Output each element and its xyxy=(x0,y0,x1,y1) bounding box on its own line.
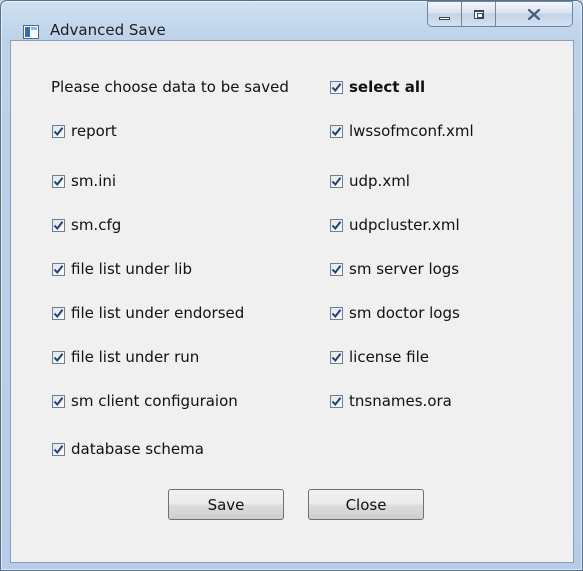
checkbox-label: sm client configuraion xyxy=(71,392,238,410)
checkmark-icon xyxy=(331,396,342,406)
checkbox-box[interactable] xyxy=(52,442,65,456)
minimize-icon xyxy=(439,16,450,20)
select-all-label: select all xyxy=(349,78,426,96)
maximize-button[interactable] xyxy=(461,1,495,27)
checkmark-icon xyxy=(331,176,342,186)
checkbox-sm-doctor-logs[interactable]: sm doctor logs xyxy=(330,304,460,322)
close-button[interactable]: Close xyxy=(308,489,424,520)
title-bar[interactable]: Advanced Save xyxy=(1,1,582,41)
checkbox-file-list-lib[interactable]: file list under lib xyxy=(52,260,192,278)
checkbox-label: license file xyxy=(349,348,429,366)
checkbox-box[interactable] xyxy=(52,124,65,138)
caption-buttons xyxy=(427,1,573,28)
checkbox-box[interactable] xyxy=(330,174,343,188)
checkbox-box[interactable] xyxy=(52,350,65,364)
checkbox-label: file list under run xyxy=(71,348,200,366)
advanced-save-dialog: Advanced Save Please choose data to be s… xyxy=(0,0,583,571)
checkbox-udp-xml[interactable]: udp.xml xyxy=(330,172,410,190)
checkbox-box[interactable] xyxy=(330,80,343,94)
checkmark-icon xyxy=(53,220,64,230)
checkbox-file-list-run[interactable]: file list under run xyxy=(52,348,199,366)
minimize-button[interactable] xyxy=(427,1,461,27)
app-window-icon xyxy=(23,25,39,39)
checkbox-label: sm server logs xyxy=(349,260,460,278)
checkbox-label: file list under lib xyxy=(71,260,192,278)
checkbox-label: lwssofmconf.xml xyxy=(349,122,474,140)
checkbox-label: database schema xyxy=(71,440,204,458)
checkmark-icon xyxy=(53,126,64,136)
checkmark-icon xyxy=(53,352,64,362)
checkbox-box[interactable] xyxy=(330,394,343,408)
checkbox-box[interactable] xyxy=(330,262,343,276)
checkbox-lwssofmconf[interactable]: lwssofmconf.xml xyxy=(330,122,474,140)
checkbox-box[interactable] xyxy=(52,262,65,276)
checkbox-box[interactable] xyxy=(52,394,65,408)
checkbox-license-file[interactable]: license file xyxy=(330,348,429,366)
checkmark-icon xyxy=(53,264,64,274)
checkmark-icon xyxy=(331,82,342,92)
checkbox-label: sm.ini xyxy=(71,172,117,190)
dialog-client-area: Please choose data to be saved select al… xyxy=(10,40,574,563)
select-all-checkbox[interactable]: select all xyxy=(330,78,425,96)
checkbox-box[interactable] xyxy=(330,218,343,232)
checkmark-icon xyxy=(331,264,342,274)
checkbox-sm-ini[interactable]: sm.ini xyxy=(52,172,116,190)
checkbox-sm-cfg[interactable]: sm.cfg xyxy=(52,216,121,234)
close-icon xyxy=(528,8,540,20)
checkbox-label: tnsnames.ora xyxy=(349,392,452,410)
checkmark-icon xyxy=(331,126,342,136)
checkbox-label: udp.xml xyxy=(349,172,410,190)
checkmark-icon xyxy=(331,352,342,362)
checkbox-file-list-endorsed[interactable]: file list under endorsed xyxy=(52,304,244,322)
checkmark-icon xyxy=(331,220,342,230)
checkbox-box[interactable] xyxy=(52,306,65,320)
window-title: Advanced Save xyxy=(50,21,166,39)
checkbox-database-schema[interactable]: database schema xyxy=(52,440,204,458)
checkbox-box[interactable] xyxy=(52,218,65,232)
checkbox-label: udpcluster.xml xyxy=(349,216,460,234)
checkbox-box[interactable] xyxy=(330,124,343,138)
maximize-icon xyxy=(473,9,484,19)
checkbox-box[interactable] xyxy=(52,174,65,188)
checkbox-udpcluster-xml[interactable]: udpcluster.xml xyxy=(330,216,460,234)
checkbox-box[interactable] xyxy=(330,306,343,320)
checkmark-icon xyxy=(53,308,64,318)
checkbox-report[interactable]: report xyxy=(52,122,117,140)
checkmark-icon xyxy=(53,396,64,406)
close-window-button[interactable] xyxy=(495,1,573,27)
checkbox-sm-client-config[interactable]: sm client configuraion xyxy=(52,392,238,410)
checkbox-box[interactable] xyxy=(330,350,343,364)
checkmark-icon xyxy=(331,308,342,318)
checkbox-label: file list under endorsed xyxy=(71,304,245,322)
prompt-label: Please choose data to be saved xyxy=(51,78,289,96)
checkmark-icon xyxy=(53,176,64,186)
checkbox-sm-server-logs[interactable]: sm server logs xyxy=(330,260,459,278)
checkbox-label: report xyxy=(71,122,117,140)
checkbox-tnsnames[interactable]: tnsnames.ora xyxy=(330,392,452,410)
checkbox-label: sm doctor logs xyxy=(349,304,460,322)
checkbox-label: sm.cfg xyxy=(71,216,122,234)
checkmark-icon xyxy=(53,444,64,454)
save-button[interactable]: Save xyxy=(168,489,284,520)
